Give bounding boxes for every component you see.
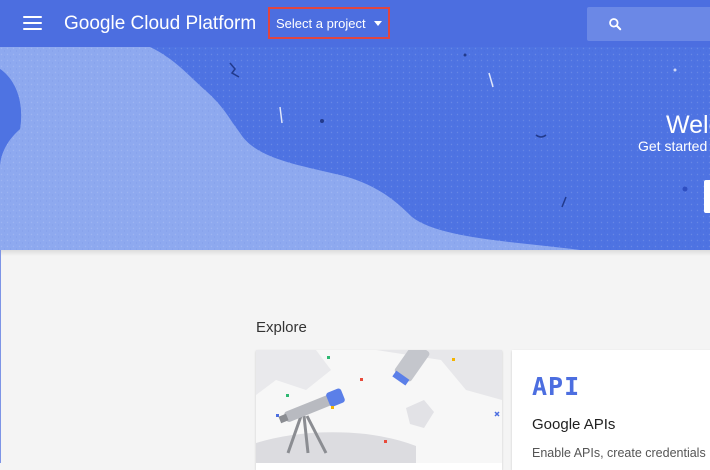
explore-illustration-card: [256, 350, 502, 470]
google-apis-card[interactable]: API Google APIs Enable APIs, create cred…: [512, 350, 710, 470]
app-bar: Google Cloud Platform Select a project: [0, 0, 710, 47]
search-box[interactable]: [587, 7, 710, 41]
project-selector-label: Select a project: [276, 16, 366, 31]
hero-shadow: [0, 250, 710, 256]
telescope-illustration: [256, 350, 502, 463]
search-icon: [609, 18, 622, 31]
project-selector-button[interactable]: Select a project: [268, 7, 390, 39]
card-description: Enable APIs, create credentials: [532, 446, 706, 460]
card-title: Google APIs: [532, 416, 616, 433]
search-input[interactable]: [629, 13, 710, 37]
hero-background-illustration: [0, 47, 710, 250]
left-edge-divider: [0, 250, 1, 463]
explore-heading: Explore: [256, 319, 307, 336]
hamburger-menu-icon[interactable]: [23, 16, 42, 31]
hero-action-button[interactable]: [704, 180, 710, 213]
caret-down-icon: [374, 21, 382, 26]
welcome-hero-banner: Welc Get started: [0, 47, 710, 250]
api-icon: API: [532, 372, 581, 401]
hero-title: Welc: [666, 110, 710, 139]
brand-title[interactable]: Google Cloud Platform: [64, 12, 256, 36]
hero-subtitle: Get started: [638, 138, 708, 154]
